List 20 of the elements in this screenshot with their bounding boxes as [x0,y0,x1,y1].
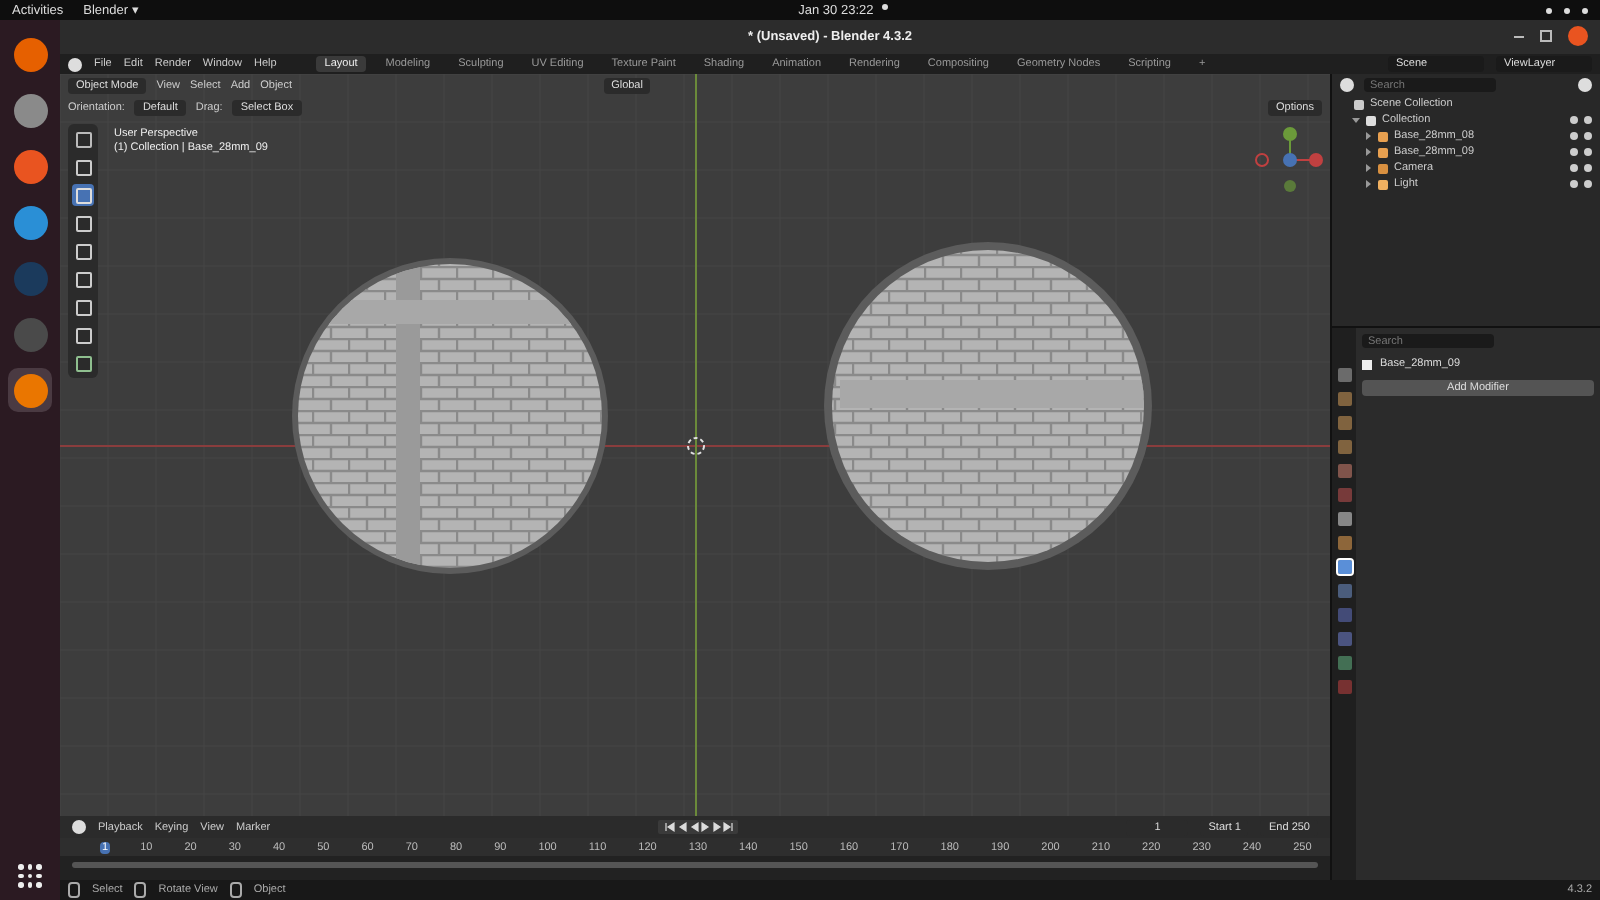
mouse-icon [68,882,80,898]
collapsed-arrow-icon[interactable] [1364,148,1372,156]
timeline-scrollbar[interactable] [72,862,1318,868]
dock-app-button[interactable] [8,368,52,412]
navigation-gizmo-icon[interactable] [1255,127,1323,192]
playback-controls-icon[interactable] [658,820,739,834]
mouse-icon [229,882,242,898]
maximize-icon[interactable] [1540,30,1552,42]
3d-cursor-icon [687,437,705,455]
notification-dot-icon [881,3,888,9]
object-icon [1362,359,1372,369]
collapsed-arrow-icon[interactable] [1364,132,1372,140]
move-tool-icon[interactable] [72,184,94,206]
collapsed-arrow-icon[interactable] [1364,180,1372,188]
collapsed-arrow-icon[interactable] [1364,164,1372,172]
close-icon[interactable] [1568,26,1588,46]
expanded-arrow-icon[interactable] [1352,116,1360,124]
minimize-icon[interactable] [1514,35,1524,37]
mouse-icon [134,882,147,898]
apps-grid-icon[interactable] [18,864,42,888]
